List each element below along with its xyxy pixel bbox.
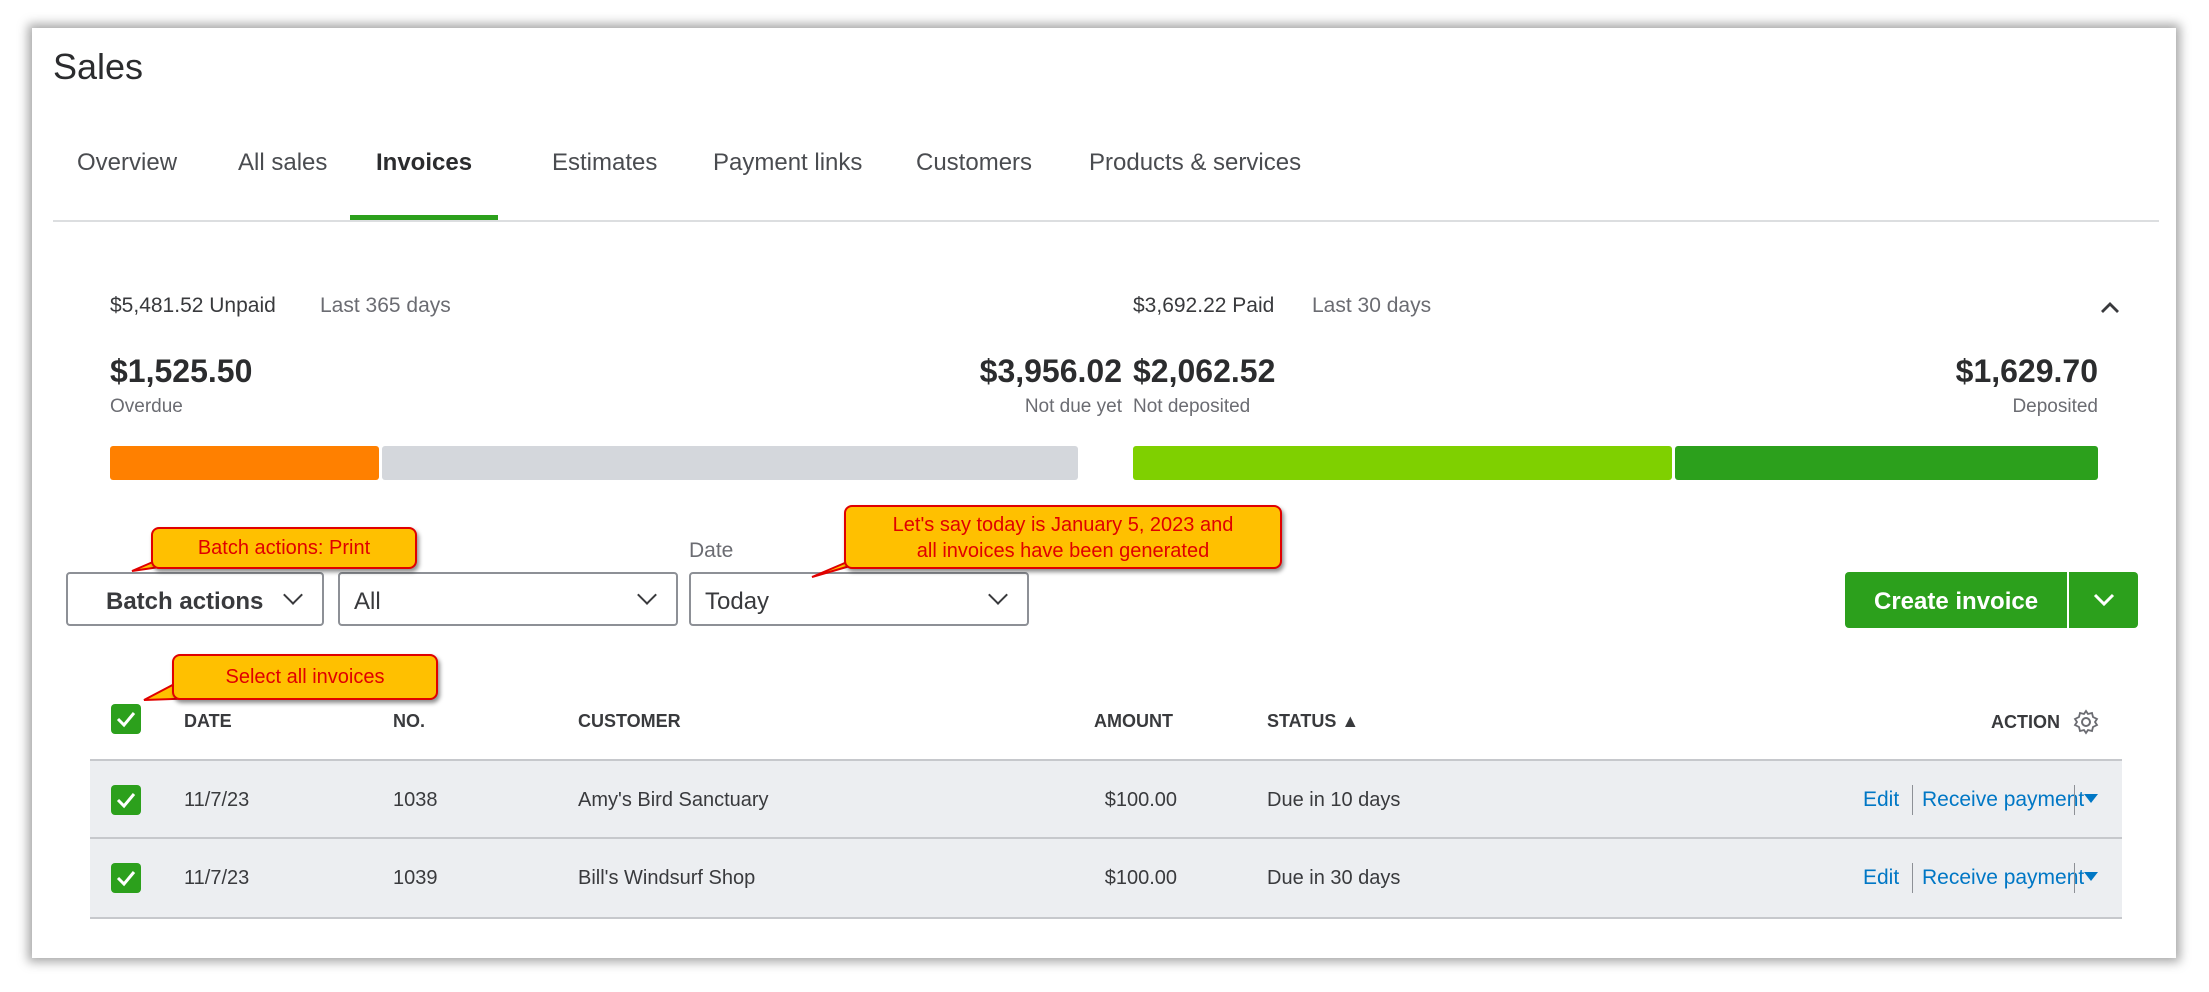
batch-actions-callout: Batch actions: Print xyxy=(151,527,417,569)
date-callout: Let's say today is January 5, 2023 and a… xyxy=(844,505,1282,569)
sales-page: Sales Overview All sales Invoices Estima… xyxy=(32,28,2176,958)
date-callout-line2: all invoices have been generated xyxy=(916,540,1210,562)
callout-pointers xyxy=(131,541,895,701)
date-callout-line1: Let's say today is January 5, 2023 and xyxy=(892,514,1234,536)
select-all-callout: Select all invoices xyxy=(172,654,438,700)
